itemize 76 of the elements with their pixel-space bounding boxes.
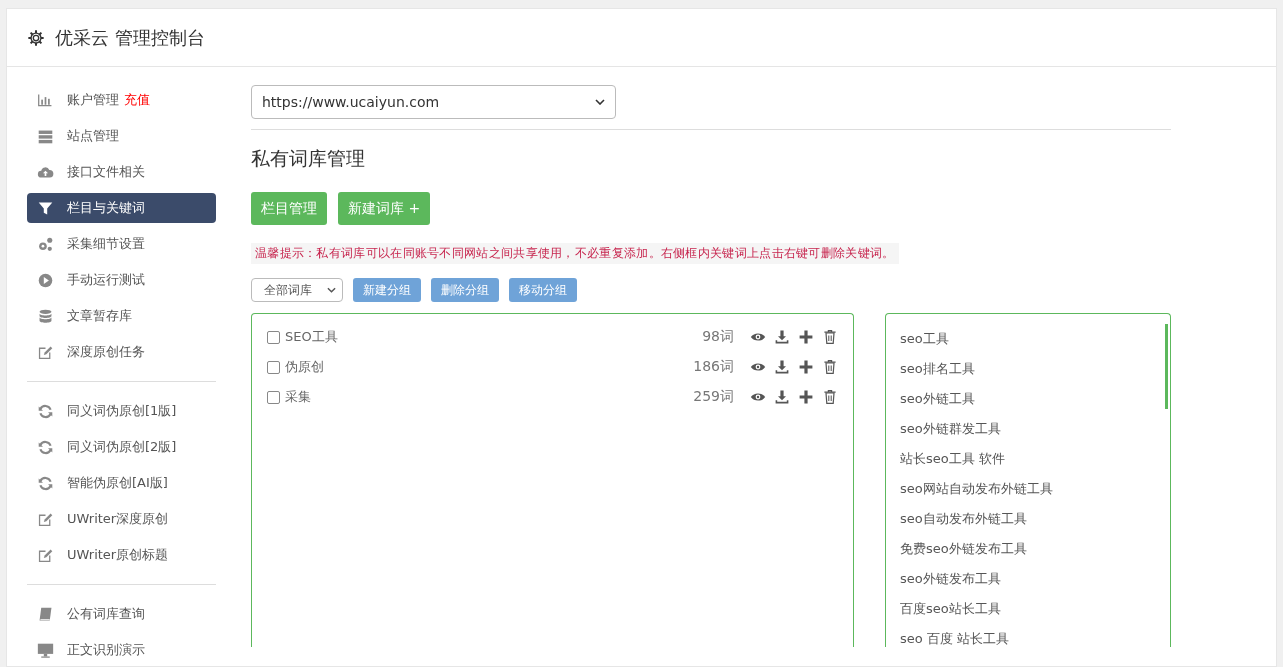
monitor-icon	[37, 641, 54, 659]
plus-icon[interactable]	[798, 389, 814, 405]
notice-text: 温馨提示：私有词库可以在同账号不同网站之间共享使用，不必重复添加。右侧框内关键词上点击右键可删除关键词。	[251, 243, 899, 264]
sidebar-item[interactable]: 深度原创任务	[27, 337, 216, 367]
sidebar-item[interactable]: 智能伪原创[AI版]	[27, 468, 216, 498]
play-icon	[37, 271, 54, 289]
keyword[interactable]: 百度seo站长工具	[886, 594, 1001, 624]
sidebar-item[interactable]: 栏目与关键词	[27, 193, 216, 223]
caret-icon	[327, 287, 336, 293]
keyword[interactable]: seo网站自动发布外链工具	[886, 474, 1053, 504]
settings-icon	[27, 28, 45, 47]
item-label: UWriter原创标题	[67, 546, 169, 564]
keyword[interactable]: 免费seo外链发布工具	[886, 534, 1027, 564]
word-count: 98词	[702, 328, 734, 346]
item-label: 同义词伪原创[1版]	[67, 402, 177, 420]
keyword[interactable]: seo工具	[886, 324, 949, 354]
download-icon[interactable]	[774, 359, 790, 375]
item-label: 站点管理	[67, 127, 119, 145]
word-count: 186词	[693, 358, 734, 376]
app-title: 优采云 管理控制台	[55, 25, 205, 50]
sidebar-item[interactable]: 手动运行测试	[27, 265, 216, 295]
item-label: 接口文件相关	[67, 163, 145, 181]
keyword[interactable]: 站长seo工具 软件	[886, 444, 1005, 474]
sidebar-item[interactable]: 同义词伪原创[1版]	[27, 396, 216, 426]
word-count: 259词	[693, 388, 734, 406]
sidebar-item[interactable]: UWriter原创标题	[27, 540, 216, 570]
checkbox[interactable]	[267, 330, 280, 344]
sidebar-item[interactable]: 接口文件相关	[27, 157, 216, 187]
trash-icon[interactable]	[822, 359, 838, 375]
checkbox[interactable]	[267, 390, 280, 404]
library-name[interactable]: 伪原创	[285, 358, 694, 376]
refresh-icon	[37, 474, 54, 492]
item-label: 同义词伪原创[2版]	[67, 438, 177, 456]
section-title: 私有词库管理	[251, 146, 366, 171]
library-name[interactable]: SEO工具	[285, 328, 703, 346]
item-label: 公有词库查询	[67, 605, 145, 623]
sidebar-item[interactable]: 采集细节设置	[27, 229, 216, 259]
refresh-icon	[37, 402, 54, 420]
recharge-link[interactable]: 充值	[124, 91, 150, 109]
site-dropdown[interactable]: https://www.ucaiyun.com	[251, 85, 616, 119]
database-icon	[37, 307, 54, 325]
keyword[interactable]: seo排名工具	[886, 354, 975, 384]
sidebar-item[interactable]: 公有词库查询	[27, 599, 216, 629]
keyword[interactable]: seo 百度 站长工具	[886, 624, 1009, 654]
plus-icon[interactable]	[798, 329, 814, 345]
sidebar-item[interactable]: 账户管理 充值	[27, 85, 216, 115]
checkbox[interactable]	[267, 360, 280, 374]
caret-icon	[595, 99, 605, 105]
refresh-icon	[37, 438, 54, 456]
item-label: UWriter深度原创	[67, 510, 169, 528]
plus-icon[interactable]	[798, 359, 814, 375]
item-label: 手动运行测试	[67, 271, 145, 289]
trash-icon[interactable]	[822, 389, 838, 405]
keyword[interactable]: seo自动发布外链工具	[886, 504, 1027, 534]
sidebar-item[interactable]: 正文识别演示	[27, 635, 216, 665]
item-label: 账户管理	[67, 91, 119, 109]
item-label: 智能伪原创[AI版]	[67, 474, 168, 492]
item-label: 采集细节设置	[67, 235, 145, 253]
sidebar-item[interactable]: 同义词伪原创[2版]	[27, 432, 216, 462]
item-label: 正文识别演示	[67, 641, 145, 659]
library-dropdown[interactable]: 全部词库	[251, 278, 343, 302]
download-icon[interactable]	[774, 329, 790, 345]
keyword[interactable]: seo外链发布工具	[886, 564, 1001, 594]
item-label: 深度原创任务	[67, 343, 145, 361]
sidebar-item[interactable]: 文章暂存库	[27, 301, 216, 331]
download-icon[interactable]	[774, 389, 790, 405]
sidebar-item[interactable]: 站点管理	[27, 121, 216, 151]
book-icon	[37, 605, 54, 623]
item-label: 栏目与关键词	[67, 199, 145, 217]
keyword[interactable]: seo外链群发工具	[886, 414, 1001, 444]
sidebar-item[interactable]: UWriter深度原创	[27, 504, 216, 534]
keyword[interactable]: seo外链工具	[886, 384, 975, 414]
library-name[interactable]: 采集	[285, 388, 694, 406]
item-label: 文章暂存库	[67, 307, 132, 325]
trash-icon[interactable]	[822, 329, 838, 345]
scrollbar[interactable]	[1165, 324, 1168, 409]
